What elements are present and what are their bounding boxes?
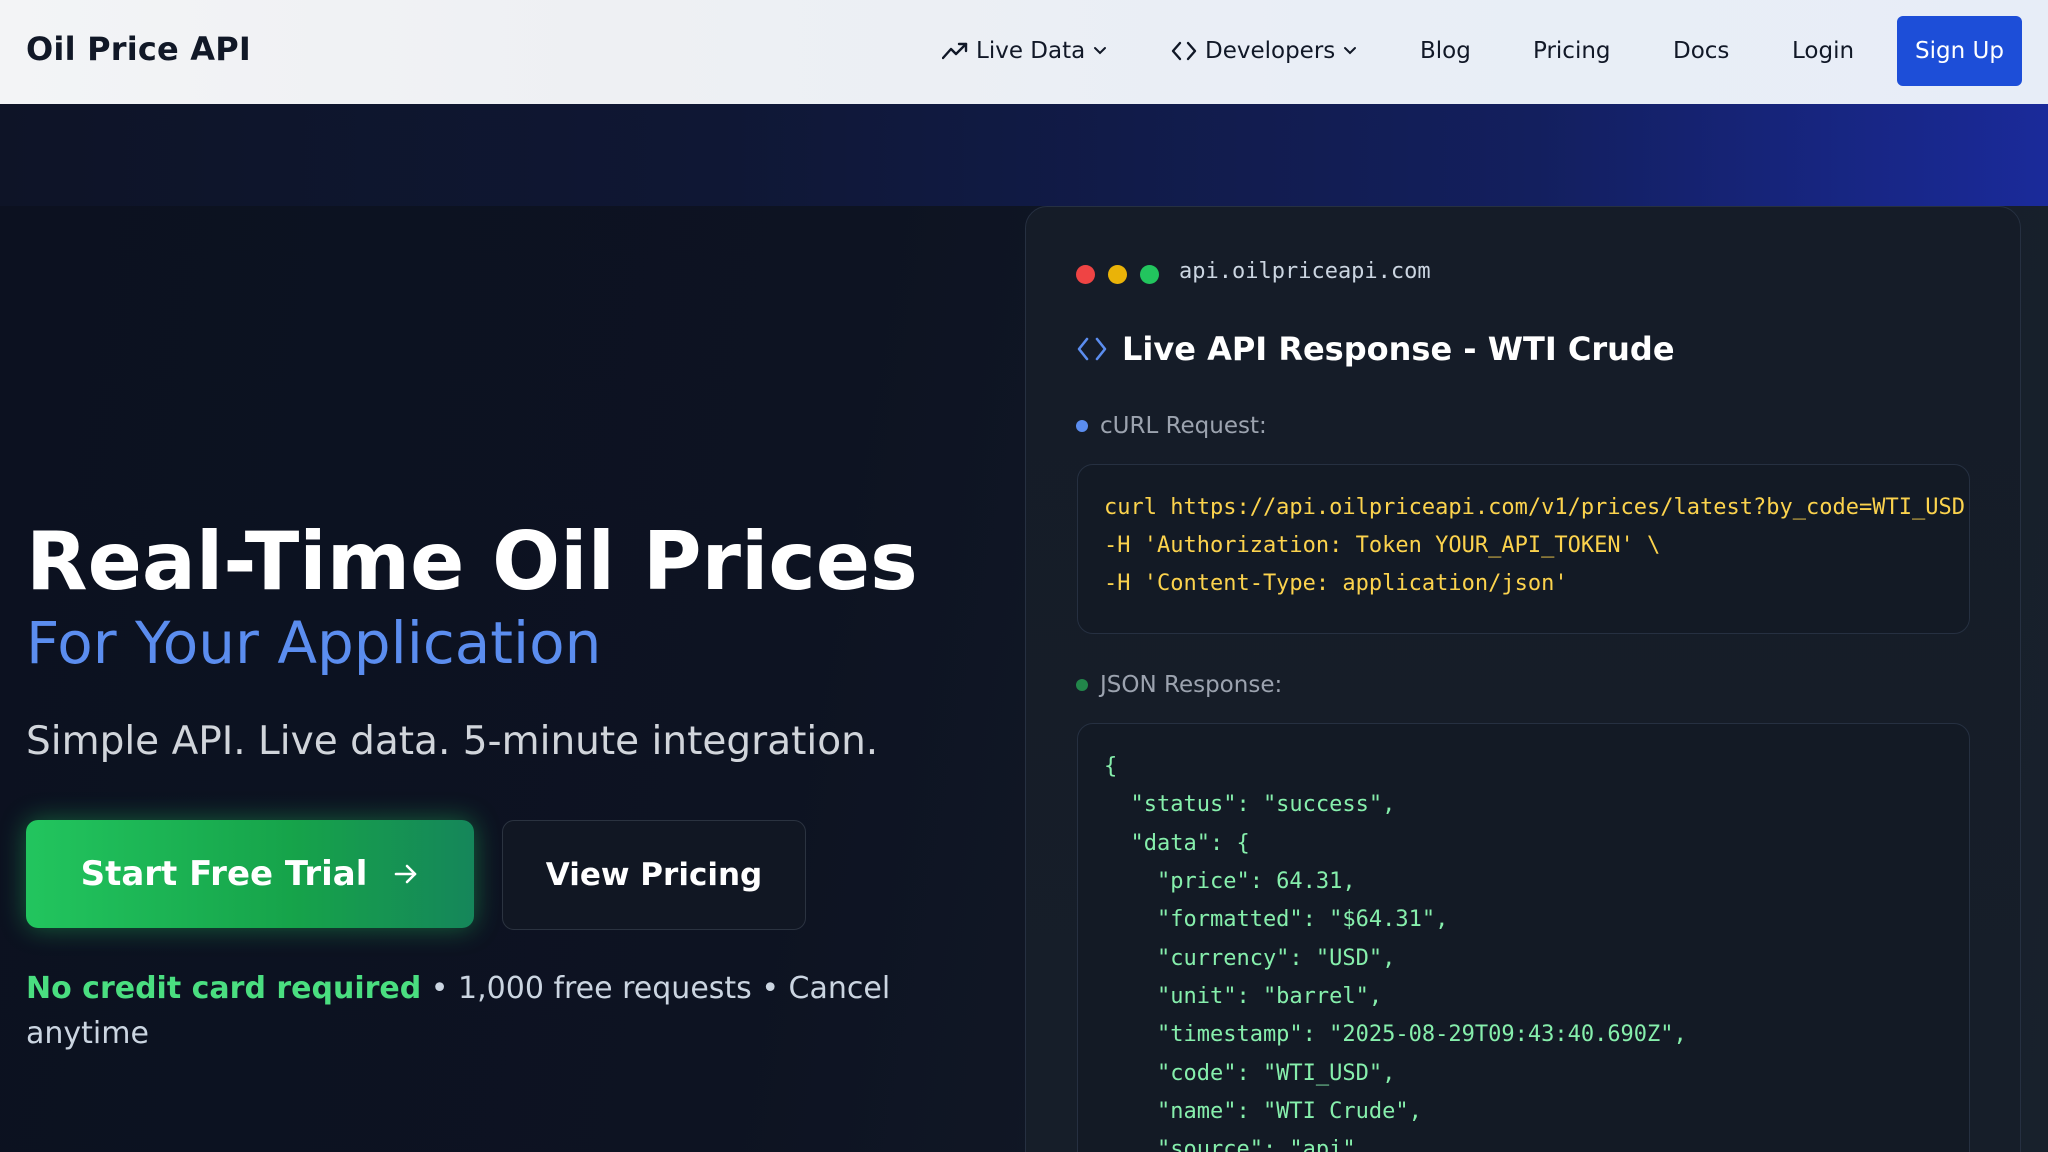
json-label-text: JSON Response: (1100, 672, 1283, 698)
card-title: Live API Response - WTI Crude (1076, 330, 1675, 368)
hero-title: Real-Time Oil Prices (26, 515, 918, 608)
code-line: "price": 64.31, (1104, 869, 1356, 894)
card-title-text: Live API Response - WTI Crude (1122, 330, 1675, 368)
nav-developers-label: Developers (1205, 38, 1336, 64)
trending-up-icon (942, 42, 968, 60)
start-free-trial-button[interactable]: Start Free Trial (26, 820, 474, 928)
hero-tagline: Simple API. Live data. 5-minute integrat… (26, 719, 879, 764)
code-line: -H 'Authorization: Token YOUR_API_TOKEN'… (1104, 533, 1661, 558)
brand-logo[interactable]: Oil Price API (26, 30, 251, 68)
code-line: "unit": "barrel", (1104, 984, 1383, 1009)
window-dot-green (1140, 265, 1159, 284)
nav-live-data[interactable]: Live Data (942, 34, 1107, 68)
hero-fineprint: No credit card required • 1,000 free req… (26, 966, 906, 1056)
json-label: JSON Response: (1076, 672, 1282, 698)
chevron-down-icon (1344, 47, 1357, 55)
window-dot-yellow (1108, 265, 1127, 284)
code-line: "data": { (1104, 831, 1250, 856)
code-icon (1171, 41, 1197, 61)
code-line: "name": "WTI Crude", (1104, 1099, 1422, 1124)
code-icon (1077, 337, 1107, 361)
signup-button[interactable]: Sign Up (1897, 16, 2022, 86)
no-credit-card-text: No credit card required (26, 971, 422, 1006)
code-line: "source": "api" (1104, 1137, 1356, 1152)
code-line: "status": "success", (1104, 792, 1396, 817)
code-line: "currency": "USD", (1104, 946, 1396, 971)
curl-label-text: cURL Request: (1100, 413, 1267, 439)
curl-code-block[interactable]: curl https://api.oilpriceapi.com/v1/pric… (1077, 464, 1970, 634)
api-host: api.oilpriceapi.com (1179, 259, 1431, 284)
code-line: curl https://api.oilpriceapi.com/v1/pric… (1104, 495, 1970, 520)
nav-login[interactable]: Login (1792, 34, 1854, 68)
bullet-icon (1076, 420, 1088, 432)
arrow-right-icon (395, 864, 417, 884)
json-code-block[interactable]: { "status": "success", "data": { "price"… (1077, 723, 1970, 1152)
nav-blog[interactable]: Blog (1420, 34, 1471, 68)
nav-docs[interactable]: Docs (1673, 34, 1729, 68)
nav-developers[interactable]: Developers (1171, 34, 1357, 68)
top-navbar: Oil Price API Live Data Developers Blog … (0, 0, 2048, 104)
nav-pricing[interactable]: Pricing (1533, 34, 1611, 68)
bullet-icon (1076, 679, 1088, 691)
code-line: "timestamp": "2025-08-29T09:43:40.690Z", (1104, 1022, 1687, 1047)
view-pricing-button[interactable]: View Pricing (502, 820, 806, 930)
start-free-trial-label: Start Free Trial (80, 854, 368, 894)
chevron-down-icon (1094, 47, 1107, 55)
hero-banner-strip (0, 104, 2048, 206)
nav-live-data-label: Live Data (976, 38, 1086, 64)
hero-subtitle: For Your Application (26, 609, 602, 677)
window-dot-red (1076, 265, 1095, 284)
code-line: -H 'Content-Type: application/json' (1104, 571, 1568, 596)
curl-label: cURL Request: (1076, 413, 1267, 439)
code-line: "formatted": "$64.31", (1104, 907, 1449, 932)
code-line: "code": "WTI_USD", (1104, 1061, 1396, 1086)
code-line: { (1104, 754, 1118, 779)
